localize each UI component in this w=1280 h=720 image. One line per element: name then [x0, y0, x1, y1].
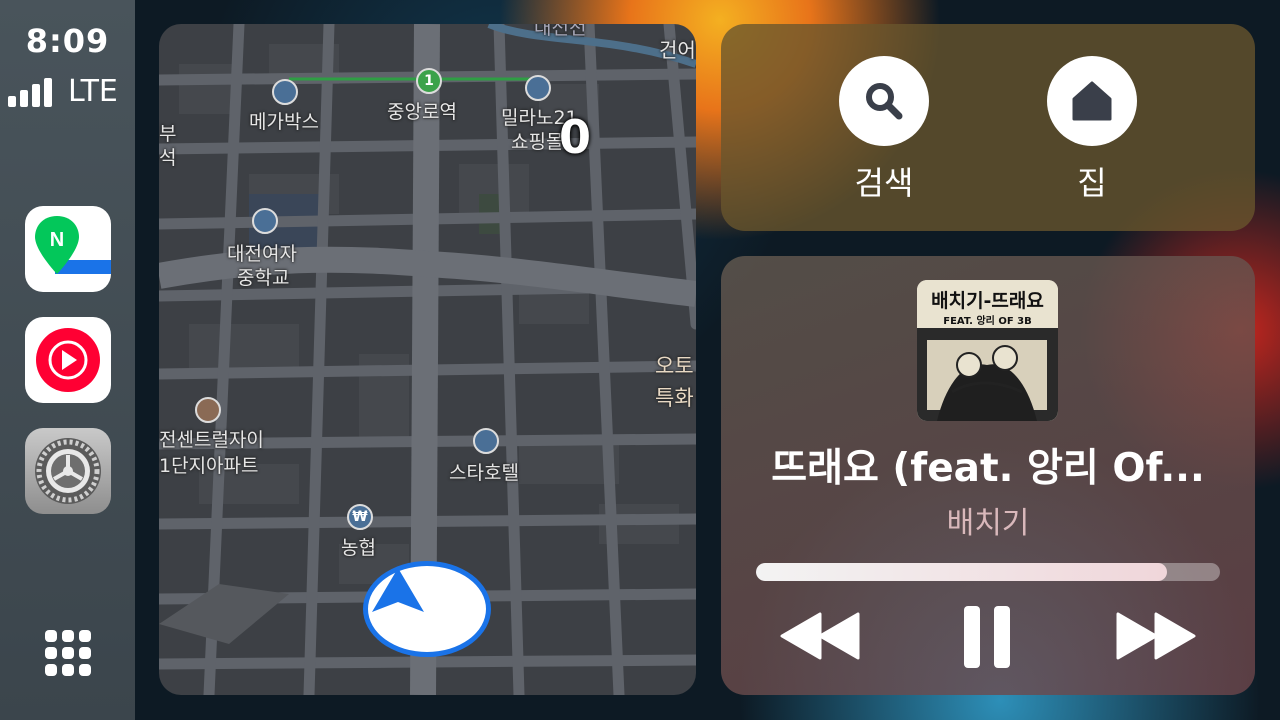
rewind-icon [780, 612, 860, 660]
map-label-school-2: 중학교 [237, 267, 290, 289]
navigation-arrow-icon[interactable] [363, 561, 491, 657]
map-label-station: 중앙로역 [387, 101, 457, 123]
map-label-milano-2: 쇼핑몰 [511, 131, 564, 153]
map-label-apt-1: 전센트럴자이 [159, 429, 264, 451]
status-time: 8:09 [25, 22, 110, 60]
home-button[interactable] [1047, 56, 1137, 146]
map-label-left-1: 부 [159, 123, 177, 145]
shopping-bag-icon [525, 75, 551, 101]
search-button[interactable] [839, 56, 929, 146]
rewind-button[interactable] [780, 610, 862, 666]
album-art[interactable]: 배치기-뜨래요 FEAT. 앙리 OF 3B [917, 280, 1058, 421]
settings-gear-icon[interactable] [25, 428, 111, 514]
map-label-left-2: 석 [159, 147, 177, 169]
shortcuts-card [721, 24, 1255, 231]
map-label-bank: 농협 [341, 537, 376, 559]
search-icon [866, 83, 903, 120]
pause-button[interactable] [962, 604, 1012, 674]
subway-station-icon: 1 [416, 68, 442, 94]
map-overlay-number: 0 [559, 110, 592, 164]
map-label-megabox: 메가박스 [249, 111, 319, 133]
map-label-school-1: 대전여자 [227, 243, 297, 265]
network-type: LTE [68, 74, 118, 109]
app-grid-icon[interactable] [45, 630, 91, 676]
cellular-signal-icon [8, 78, 52, 107]
svg-text:N: N [50, 229, 64, 251]
artist-name: 배치기 [946, 506, 1030, 541]
apartment-icon [195, 397, 221, 423]
fast-forward-button[interactable] [1114, 610, 1196, 666]
map-label-right-top: 건어 [659, 38, 696, 62]
bank-icon: ₩ [347, 504, 373, 530]
album-art-title: 배치기-뜨래요 [931, 290, 1044, 312]
progress-bar[interactable] [756, 563, 1220, 581]
map-label-right-2: 특화 [655, 386, 694, 410]
home-icon [1072, 81, 1112, 121]
school-icon [252, 208, 278, 234]
progress-fill [756, 563, 1167, 581]
navigation-map[interactable]: 대전천 건어 1 중앙로역 메가박스 밀라노21 쇼핑몰 부 석 대전여자 중학… [159, 24, 696, 695]
pause-icon [964, 606, 1010, 668]
map-label-river: 대전천 [534, 24, 587, 39]
album-art-subtitle: FEAT. 앙리 OF 3B [943, 316, 1032, 327]
home-label: 집 [1077, 164, 1107, 202]
map-label-apt-2: 1단지아파트 [159, 455, 259, 477]
search-label: 검색 [854, 164, 914, 202]
carplay-sidebar: 8:09 LTE N [0, 0, 135, 720]
hotel-bed-icon [473, 428, 499, 454]
cinema-icon [272, 79, 298, 105]
map-label-right-1: 오토 [655, 354, 694, 378]
song-title: 뜨래요 (feat. 앙리 Of... [771, 446, 1205, 491]
map-label-hotel: 스타호텔 [449, 462, 519, 484]
fast-forward-icon [1116, 612, 1196, 660]
naver-map-icon[interactable]: N [25, 206, 111, 292]
youtube-music-icon[interactable] [25, 317, 111, 403]
